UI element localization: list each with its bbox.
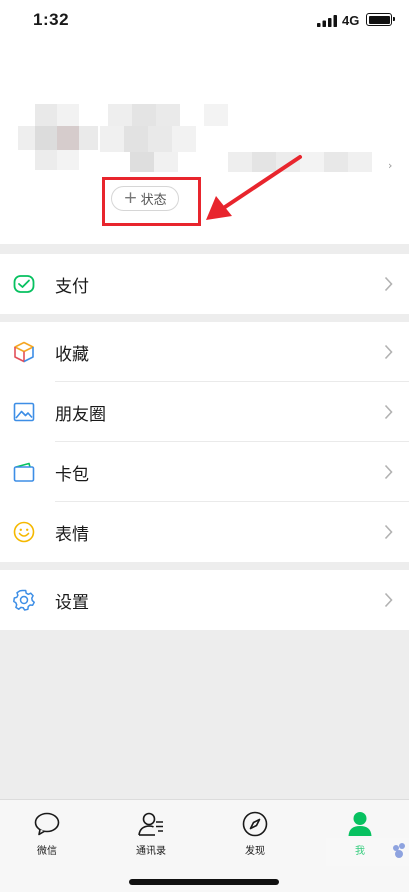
avatar[interactable] xyxy=(18,104,98,184)
menu-label-favorites: 收藏 xyxy=(55,344,89,365)
annotation-arrow-icon xyxy=(206,155,302,220)
menu-label-cards: 卡包 xyxy=(55,464,89,485)
tab-contacts[interactable]: 通讯录 xyxy=(111,810,191,857)
clock: 1:32 xyxy=(33,10,70,29)
chevron-right-icon xyxy=(384,592,393,608)
chevron-right-icon xyxy=(384,464,393,480)
menu-label-stickers: 表情 xyxy=(55,524,89,545)
menu-group-features: 收藏 朋友圈 卡包 表情 xyxy=(0,322,409,562)
person-icon xyxy=(348,812,372,836)
signal-icon xyxy=(317,15,337,27)
favorites-cube-icon xyxy=(14,341,34,363)
chevron-right-icon xyxy=(384,524,393,540)
battery-icon xyxy=(366,13,395,26)
smiley-icon xyxy=(13,521,35,543)
contacts-icon xyxy=(138,812,163,836)
profile-chevron-icon[interactable]: › xyxy=(388,159,392,172)
menu-group-pay: 支付 xyxy=(0,254,409,314)
menu-item-settings[interactable]: 设置 xyxy=(0,570,409,630)
card-wallet-icon xyxy=(13,462,35,482)
menu-item-stickers[interactable]: 表情 xyxy=(0,502,409,562)
wechat-pay-icon xyxy=(13,275,35,293)
menu-label-pay: 支付 xyxy=(55,276,89,297)
settings-gear-icon xyxy=(13,589,35,611)
network-type: 4G xyxy=(342,13,360,28)
menu-item-favorites[interactable]: 收藏 xyxy=(0,322,409,382)
compass-icon xyxy=(242,811,268,837)
menu-item-moments[interactable]: 朋友圈 xyxy=(0,382,409,442)
home-indicator xyxy=(129,879,279,885)
chevron-right-icon xyxy=(384,404,393,420)
chevron-right-icon xyxy=(384,276,393,292)
chat-bubble-icon xyxy=(34,812,60,836)
tab-label-chats: 微信 xyxy=(37,846,57,857)
tab-label-contacts: 通讯录 xyxy=(136,846,166,857)
moments-photo-icon xyxy=(13,402,35,422)
menu-item-cards[interactable]: 卡包 xyxy=(0,442,409,502)
status-bar: 1:32 4G xyxy=(0,0,409,44)
profile-header[interactable]: › + 状态 xyxy=(0,44,409,244)
menu-group-settings: 设置 xyxy=(0,570,409,630)
tab-chats[interactable]: 微信 xyxy=(7,810,87,857)
annotation-highlight-box xyxy=(102,177,201,226)
chevron-right-icon xyxy=(384,344,393,360)
tab-discover[interactable]: 发现 xyxy=(215,810,295,857)
menu-label-moments: 朋友圈 xyxy=(55,404,106,425)
menu-item-pay[interactable]: 支付 xyxy=(0,254,409,314)
watermark-logo xyxy=(326,838,409,866)
menu-label-settings: 设置 xyxy=(55,592,89,613)
tab-label-discover: 发现 xyxy=(245,846,265,857)
